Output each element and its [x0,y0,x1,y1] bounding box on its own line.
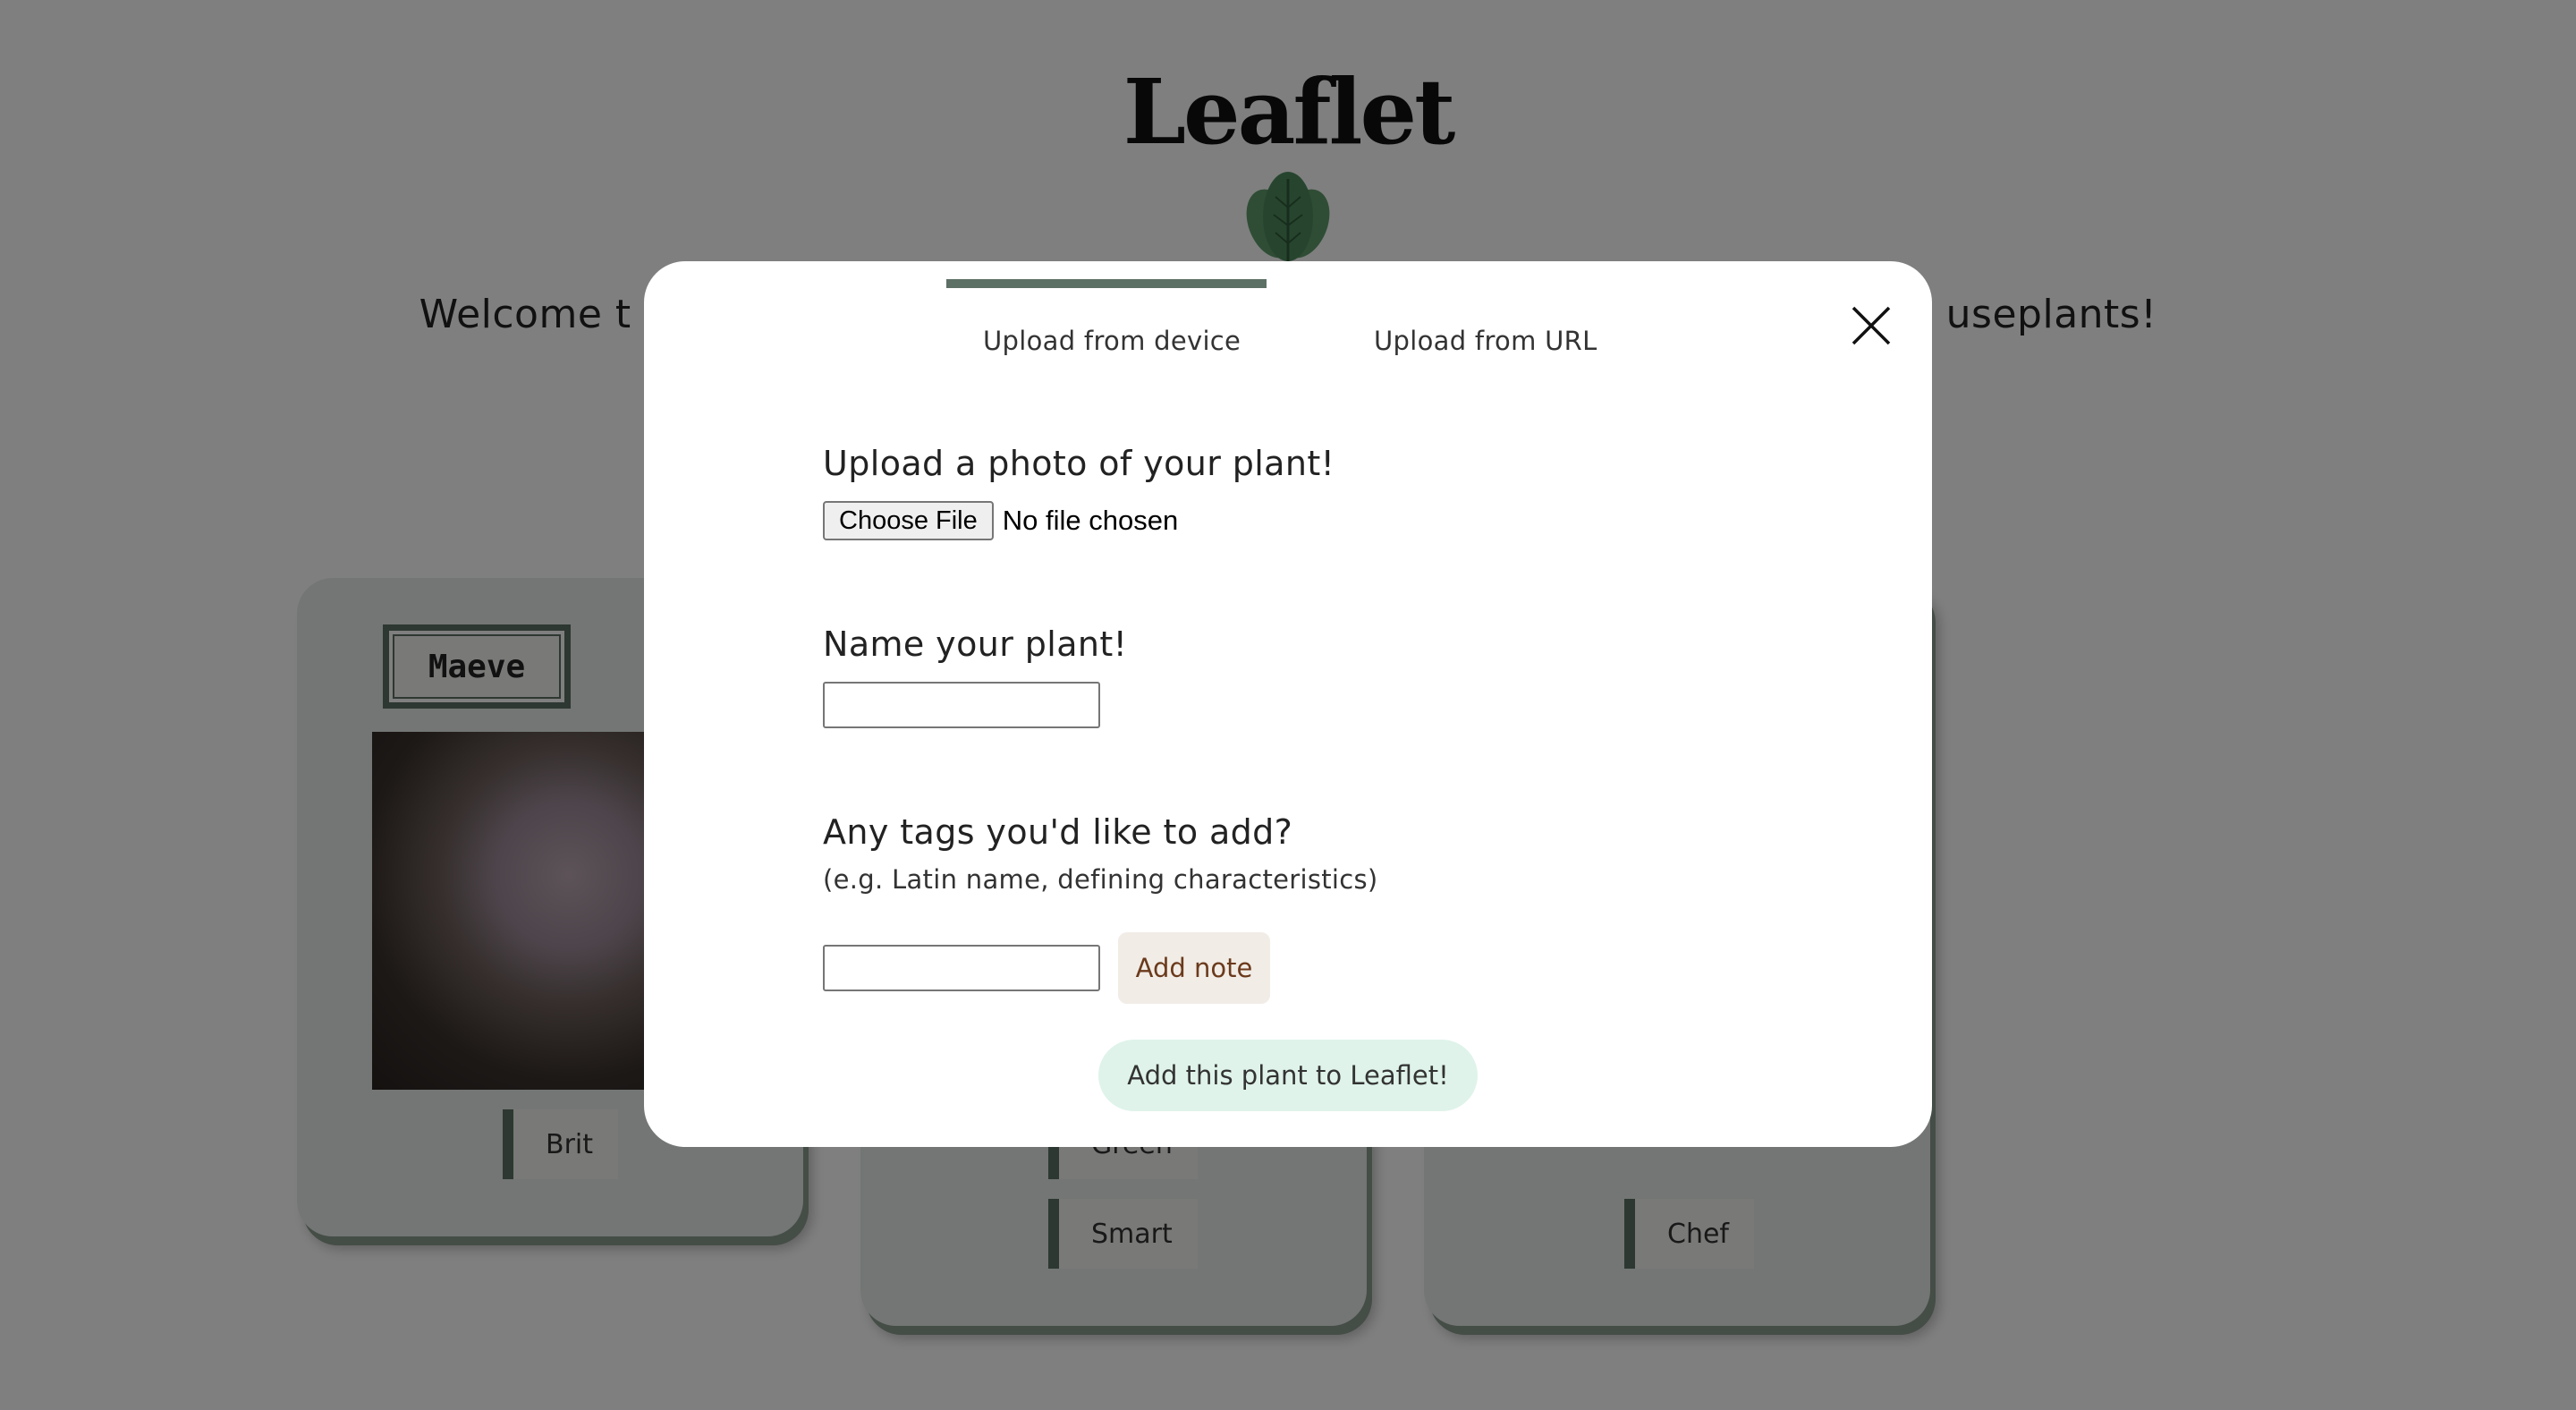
add-plant-modal: Upload from device Upload from URL Uploa… [644,261,1932,1147]
file-upload-control: Choose File No file chosen [823,501,1178,540]
file-status-text: No file chosen [1002,505,1179,536]
plant-name-label: Name your plant! [823,624,1128,664]
plant-name-input[interactable] [823,682,1100,728]
photo-upload-label: Upload a photo of your plant! [823,444,1335,483]
close-icon[interactable] [1848,302,1894,349]
active-tab-indicator [946,279,1267,288]
tab-upload-from-url[interactable]: Upload from URL [1374,326,1597,356]
tags-hint: (e.g. Latin name, defining characteristi… [823,864,1378,895]
add-plant-submit-button[interactable]: Add this plant to Leaflet! [1098,1040,1478,1111]
tab-upload-from-device[interactable]: Upload from device [983,326,1241,356]
tag-input[interactable] [823,945,1100,991]
choose-file-button[interactable]: Choose File [823,501,994,540]
tags-label: Any tags you'd like to add? [823,812,1293,852]
add-note-button[interactable]: Add note [1118,932,1270,1004]
